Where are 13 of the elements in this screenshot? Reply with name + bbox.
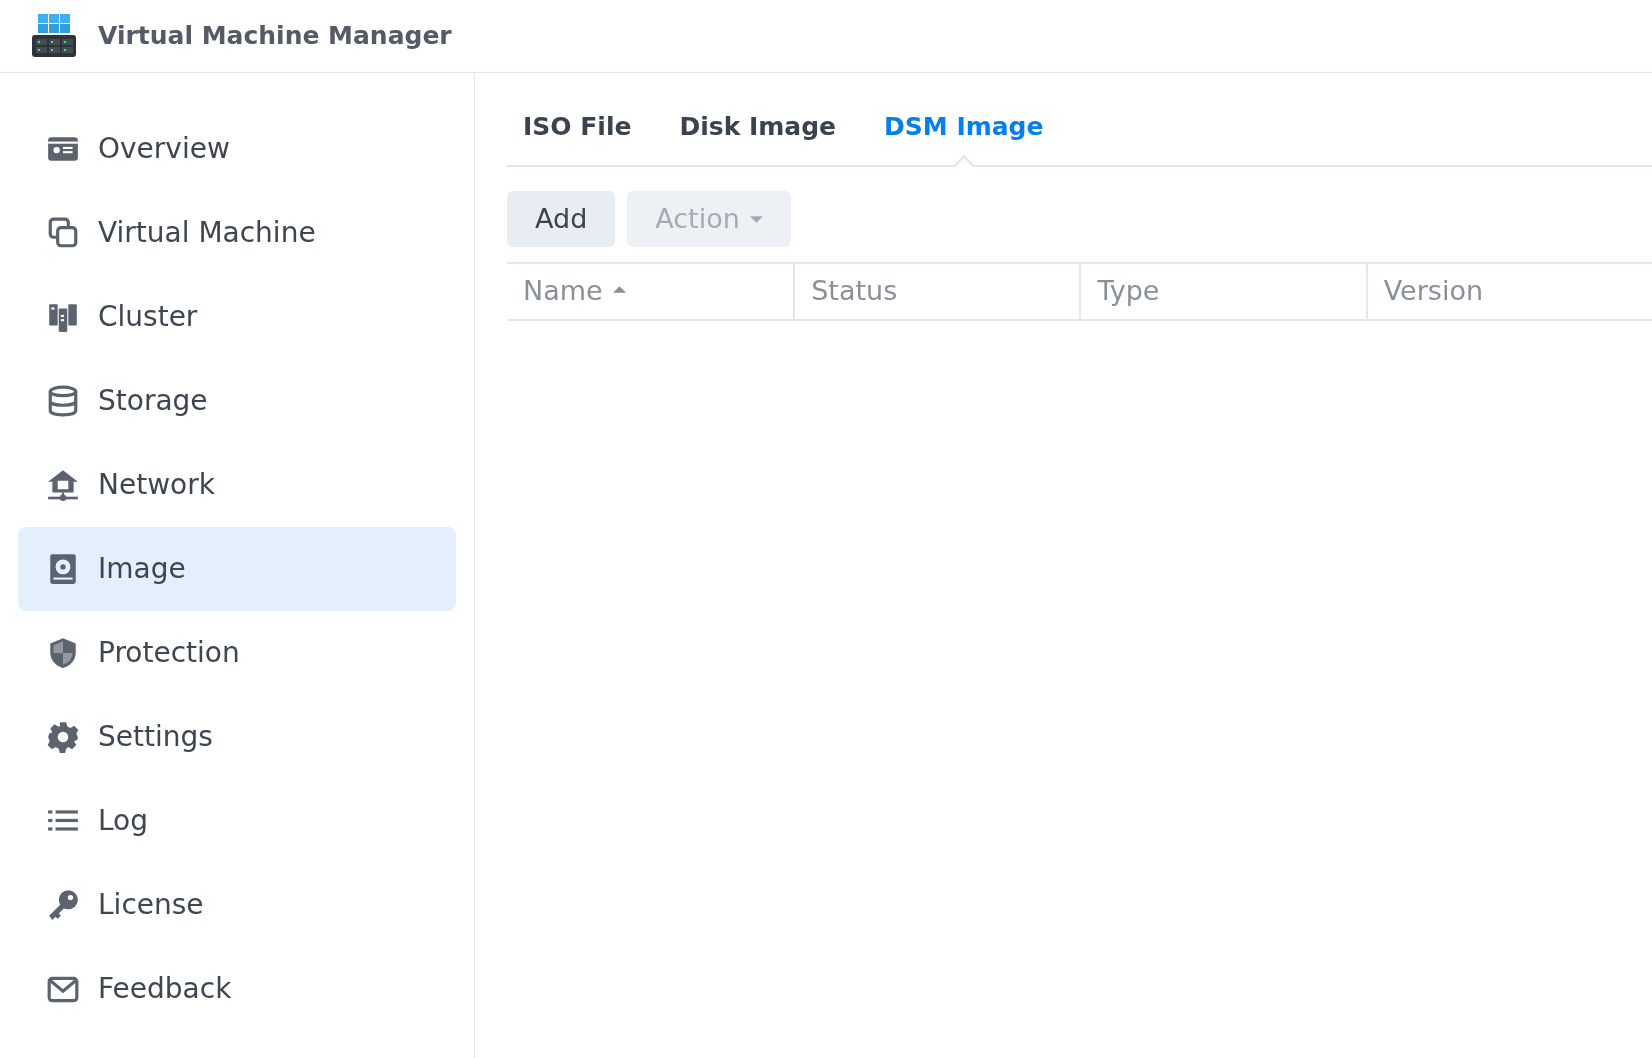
- tab[interactable]: Disk Image: [679, 107, 837, 165]
- caret-icon: [749, 215, 763, 223]
- house-network-icon: [46, 468, 80, 502]
- sidebar-item[interactable]: Image: [18, 527, 456, 611]
- toolbar-button[interactable]: Add: [507, 191, 616, 247]
- database-icon: [46, 384, 80, 418]
- overlapping-squares-icon: [46, 216, 80, 250]
- tab[interactable]: ISO File: [523, 107, 632, 165]
- app-title: Virtual Machine Manager: [98, 20, 452, 53]
- tab[interactable]: DSM Image: [884, 107, 1044, 165]
- app-logo-icon: [30, 12, 78, 60]
- settings-icon: [46, 720, 80, 754]
- key-icon: [46, 888, 80, 922]
